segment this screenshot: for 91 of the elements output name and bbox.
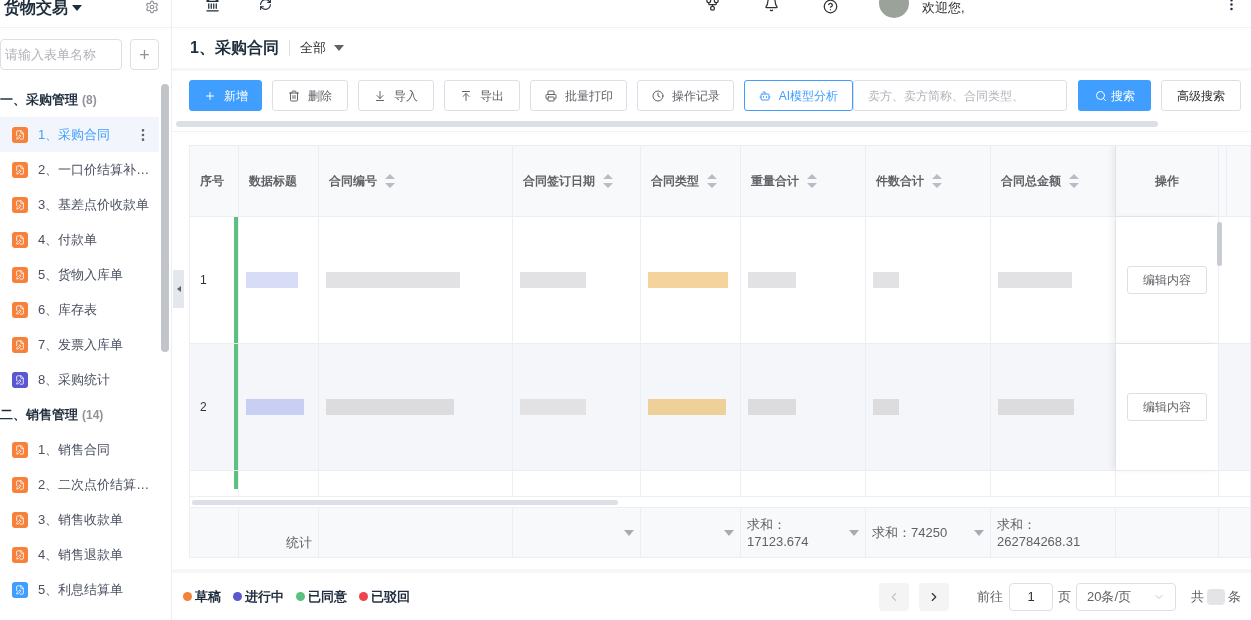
page-size-select[interactable]: 20条/页 — [1076, 582, 1176, 611]
robot-icon — [758, 89, 771, 102]
column-header[interactable]: 合同总金额 — [991, 146, 1116, 216]
sidebar-item[interactable]: 3、销售收款单 — [0, 502, 160, 537]
bank-icon[interactable] — [205, 0, 220, 12]
sidebar-item[interactable]: 2、二次点价结算… — [0, 467, 160, 502]
toolbar-button[interactable]: 操作记录 — [637, 80, 734, 111]
legend-label: 草稿 — [195, 587, 221, 606]
table-cell-text: 2 — [200, 399, 207, 417]
group-title[interactable]: 一、采购管理 — [0, 89, 78, 110]
sidebar-item[interactable]: 2、一口价结算补… — [0, 152, 160, 187]
column-header[interactable]: 重量合计 — [741, 146, 866, 216]
toolbar-button[interactable]: 导出 — [444, 80, 520, 111]
column-header[interactable]: 序号 — [190, 146, 239, 216]
edit-button[interactable]: 编辑内容 — [1127, 265, 1207, 294]
collapse-handle[interactable] — [173, 270, 184, 308]
sort-icon[interactable] — [1069, 173, 1079, 188]
clock-icon — [651, 89, 664, 102]
legend-label: 进行中 — [245, 587, 284, 606]
table-cell-text: 1 — [200, 271, 207, 289]
printer-icon — [544, 89, 557, 102]
group-title[interactable]: 二、销售管理 — [0, 404, 78, 425]
sort-icon[interactable] — [932, 173, 942, 188]
sidebar-item[interactable]: 1、销售合同 — [0, 432, 160, 467]
settings-icon[interactable] — [145, 0, 159, 14]
edit-button[interactable]: 编辑内容 — [1127, 393, 1207, 422]
greeting: 欢迎您, — [922, 0, 965, 17]
column-header[interactable]: 件数合计 — [866, 146, 991, 216]
sort-icon[interactable] — [385, 173, 395, 188]
redacted-block — [748, 271, 796, 288]
redacted-block — [873, 271, 899, 288]
group-count: (8) — [82, 91, 97, 109]
redacted-block — [520, 271, 586, 288]
scrollbar[interactable] — [176, 121, 1158, 127]
caret-icon — [176, 286, 181, 292]
column-header[interactable]: 合同签订日期 — [513, 146, 641, 216]
scrollbar[interactable] — [192, 499, 618, 505]
total-suffix: 条 — [1228, 587, 1241, 606]
network-icon[interactable] — [705, 0, 720, 12]
column-header[interactable]: 合同编号 — [319, 146, 513, 216]
redacted-block — [873, 399, 899, 416]
sidebar-item[interactable]: 4、销售退款单 — [0, 537, 160, 572]
toolbar-button[interactable]: 删除 — [272, 80, 348, 111]
scrollbar[interactable] — [1217, 222, 1222, 266]
trash-icon — [288, 89, 300, 102]
caret-icon — [72, 5, 82, 11]
filter-dropdown[interactable]: 全部 — [299, 38, 344, 58]
column-header[interactable]: 合同类型 — [641, 146, 741, 216]
refresh-icon[interactable] — [259, 0, 272, 11]
sidebar-item[interactable]: 8、采购统计 — [0, 362, 160, 397]
sidebar-item[interactable]: 3、基差点价收款单 — [0, 187, 160, 222]
advanced-search-button[interactable]: 高级搜索 — [1161, 80, 1241, 111]
summary-label: 统计 — [286, 534, 312, 551]
bell-icon[interactable] — [764, 0, 779, 12]
summary-value: 求和：74250 — [872, 524, 948, 542]
search-icon — [1094, 89, 1107, 102]
group-count: (14) — [82, 406, 104, 424]
scrollbar[interactable] — [161, 84, 170, 352]
next-page-button[interactable] — [919, 582, 949, 611]
sidebar-item[interactable]: 6、库存表 — [0, 292, 160, 327]
search-field[interactable]: 卖方、卖方简称、合同类型、 — [853, 80, 1067, 111]
legend-label: 已同意 — [308, 587, 347, 606]
page-suffix: 页 — [1058, 587, 1071, 606]
sidebar-item[interactable]: 5、货物入库单 — [0, 257, 160, 292]
toolbar-button[interactable]: 批量打印 — [530, 80, 627, 111]
redacted-block — [1207, 588, 1225, 605]
redacted-block — [748, 399, 796, 416]
search-field[interactable]: 请输入表单名称 — [0, 39, 122, 70]
toolbar-button[interactable]: 导入 — [358, 80, 434, 111]
caret-icon — [333, 45, 344, 51]
plus-icon — [203, 89, 216, 102]
redacted-block — [246, 399, 304, 416]
summary-value: 求和：262784268.31 — [997, 515, 1082, 550]
page-input[interactable]: 1 — [1009, 582, 1053, 611]
sidebar-item[interactable]: 7、发票入库单 — [0, 327, 160, 362]
page-title: 1、采购合同 — [190, 38, 279, 58]
total-prefix: 共 — [1191, 587, 1204, 606]
column-header[interactable]: 数据标题 — [239, 146, 319, 216]
sidebar-item[interactable]: 4、付款单 — [0, 222, 160, 257]
sort-icon[interactable] — [807, 173, 817, 188]
goto-label: 前往 — [977, 587, 1003, 606]
sort-icon[interactable] — [603, 173, 613, 188]
sort-icon[interactable] — [707, 173, 717, 188]
help-icon[interactable] — [823, 0, 838, 14]
legend-label: 已驳回 — [371, 587, 410, 606]
upload-icon — [460, 89, 472, 102]
column-header[interactable]: 操作 — [1116, 146, 1219, 216]
download-icon — [374, 89, 386, 102]
sidebar-item[interactable]: 5、利息结算单 — [0, 572, 160, 607]
summary-value: 求和：17123.674 — [747, 515, 810, 550]
redacted-block — [246, 271, 298, 288]
